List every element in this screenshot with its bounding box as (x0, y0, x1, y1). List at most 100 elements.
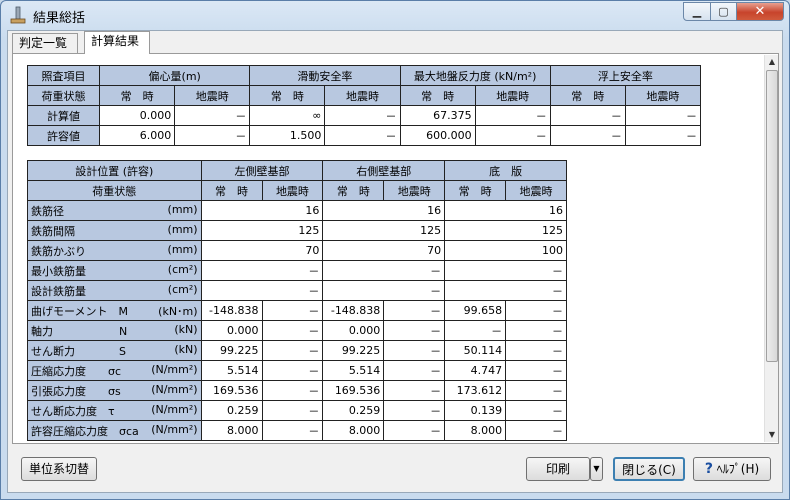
row-unit: (cm²) (167, 262, 198, 276)
scroll-down-arrow-icon[interactable]: ▼ (765, 428, 779, 442)
table-cell: － (624, 125, 702, 146)
help-button-label: ﾍﾙﾌﾟ(H) (716, 462, 760, 476)
table-cell: 169.536 (322, 380, 385, 401)
table-row: 許容値 6.000 － 1.500 － 600.000 － － － (26, 125, 702, 146)
table-cell: 70 (200, 240, 324, 261)
table-cell: 99.225 (200, 340, 263, 361)
print-dropdown-button[interactable]: ▼ (590, 457, 603, 481)
table-cell: － (383, 300, 446, 321)
header-seismic: 地震時 (505, 180, 567, 201)
table-cell: － (505, 420, 567, 441)
header-normal: 常 時 (249, 85, 326, 106)
table-cell: － (174, 125, 251, 146)
help-button[interactable]: ? ﾍﾙﾌﾟ(H) (693, 457, 771, 481)
header-seismic: 地震時 (624, 85, 702, 106)
table-cell: － (444, 280, 567, 301)
window-title: 結果総括 (33, 11, 86, 26)
table-cell: － (322, 260, 446, 281)
header-group-left-wall: 左側壁基部 (200, 160, 324, 181)
table-cell: － (383, 340, 446, 361)
table-row: 引張応力度 σs (N/mm²) 169.536 － 169.536 － 173.… (27, 380, 567, 401)
table-cell: 0.000 (99, 105, 176, 126)
table-cell: 5.514 (322, 360, 385, 381)
table-row: 鉄筋かぶり (mm) 70 70 100 (27, 240, 567, 261)
table-cell: － (505, 380, 567, 401)
header-normal: 常 時 (99, 85, 176, 106)
table-cell: － (383, 400, 446, 421)
header-seismic: 地震時 (324, 85, 401, 106)
table-cell: 125 (444, 220, 567, 241)
title-bar[interactable]: 結果総括 ▁ ▢ ✕ (1, 1, 789, 29)
vertical-scrollbar[interactable]: ▲ ▼ (764, 55, 778, 442)
row-unit: (N/mm²) (151, 362, 198, 376)
rebar-stress-table: 設計位置 (許容) 左側壁基部 右側壁基部 底 版 荷重状態 常 時 地震時 常… (27, 160, 567, 441)
table-cell: 0.139 (444, 400, 507, 421)
table-cell: 0.259 (200, 400, 263, 421)
table-cell: 600.000 (399, 125, 476, 146)
table-cell: 70 (322, 240, 446, 261)
header-group-bottom-slab: 底 版 (444, 160, 567, 181)
results-scroll-area[interactable]: 照査項目 偏心量(m) 滑動安全率 最大地盤反力度 (kN/m²) 浮上安全率 … (14, 55, 763, 442)
row-unit: (cm²) (167, 282, 198, 296)
close-button[interactable]: 閉じる(C) (613, 457, 685, 481)
minimize-button[interactable]: ▁ (683, 2, 711, 21)
table-cell: － (474, 105, 551, 126)
table-cell: － (174, 105, 251, 126)
header-group-uplift: 浮上安全率 (549, 65, 702, 86)
tab-judgement-list[interactable]: 判定一覧 (12, 33, 78, 53)
table-cell: － (624, 105, 702, 126)
table-cell: － (444, 320, 507, 341)
table-cell: － (549, 105, 626, 126)
tab-calculation-results[interactable]: 計算結果 (84, 31, 150, 54)
row-unit: (kN) (174, 342, 198, 356)
table-cell: － (261, 380, 324, 401)
app-icon (10, 6, 26, 24)
table-cell: -148.838 (322, 300, 385, 321)
row-unit: (N/mm²) (151, 382, 198, 396)
table-cell: － (505, 400, 567, 421)
table-cell: 4.747 (444, 360, 507, 381)
table-cell: 173.612 (444, 380, 507, 401)
row-label: 許容圧縮応力度 σca (N/mm²) (27, 420, 202, 441)
stability-table: 照査項目 偏心量(m) 滑動安全率 最大地盤反力度 (kN/m²) 浮上安全率 … (26, 65, 702, 146)
table-row: 設計鉄筋量 (cm²) － － － (27, 280, 567, 301)
row-label: 計算値 (26, 105, 101, 126)
table-cell: － (261, 300, 324, 321)
row-label: 曲げモーメント M (kN･m) (27, 300, 202, 321)
table-row: せん断応力度 τ (N/mm²) 0.259 － 0.259 － 0.139 － (27, 400, 567, 421)
close-window-button[interactable]: ✕ (736, 2, 784, 21)
table-row: 鉄筋間隔 (mm) 125 125 125 (27, 220, 567, 241)
scroll-up-arrow-icon[interactable]: ▲ (765, 55, 779, 69)
row-label: 設計鉄筋量 (cm²) (27, 280, 202, 301)
row-label: 鉄筋径 (mm) (27, 200, 202, 221)
row-unit: (N/mm²) (151, 422, 198, 436)
header-normal: 常 時 (322, 180, 385, 201)
scroll-thumb[interactable] (766, 70, 778, 362)
table-cell: － (383, 320, 446, 341)
dropdown-arrow-icon: ▼ (593, 464, 600, 473)
table-row: 計算値 0.000 － ∞ － 67.375 － － － (26, 105, 702, 126)
result-summary-window: 結果総括 ▁ ▢ ✕ 判定一覧 計算結果 照査項目 偏心量(m) 滑動安全率 最… (0, 0, 790, 500)
print-button[interactable]: 印刷 (526, 457, 590, 481)
maximize-button[interactable]: ▢ (710, 2, 737, 21)
row-label: 圧縮応力度 σc (N/mm²) (27, 360, 202, 381)
table-cell: 1.500 (249, 125, 326, 146)
row-label: せん断力 S (kN) (27, 340, 202, 361)
table-cell: － (200, 260, 324, 281)
table-cell: 8.000 (444, 420, 507, 441)
table-cell: 16 (322, 200, 446, 221)
table-cell: － (474, 125, 551, 146)
close-icon: ✕ (754, 4, 766, 19)
header-seismic: 地震時 (474, 85, 551, 106)
table-cell: － (383, 380, 446, 401)
unit-switch-button[interactable]: 単位系切替 (21, 457, 97, 481)
header-seismic: 地震時 (383, 180, 446, 201)
row-label: せん断応力度 τ (N/mm²) (27, 400, 202, 421)
header-normal: 常 時 (549, 85, 626, 106)
row-label: 鉄筋間隔 (mm) (27, 220, 202, 241)
table-cell: － (200, 280, 324, 301)
header-cell: 照査項目 (26, 65, 101, 86)
table-cell: － (549, 125, 626, 146)
table-row: 曲げモーメント M (kN･m) -148.838 － -148.838 － 99… (27, 300, 567, 321)
results-panel: 照査項目 偏心量(m) 滑動安全率 最大地盤反力度 (kN/m²) 浮上安全率 … (12, 53, 779, 444)
